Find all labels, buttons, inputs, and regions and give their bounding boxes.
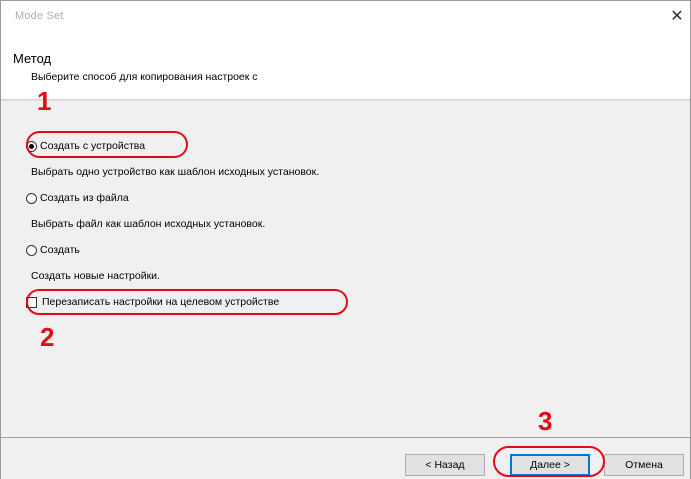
close-icon[interactable]: ✕ bbox=[664, 1, 690, 31]
window-title: Mode Set bbox=[15, 10, 64, 22]
callout-number-2: 2 bbox=[40, 322, 55, 352]
page-subtitle: Выберите способ для копирования настроек… bbox=[31, 71, 258, 83]
page-title: Метод bbox=[13, 51, 52, 66]
radio-label: Создать с устройства bbox=[40, 140, 146, 152]
overwrite-checkbox-row[interactable]: Перезаписать настройки на целевом устрой… bbox=[26, 296, 279, 308]
radio-button[interactable] bbox=[26, 140, 37, 152]
cancel-button[interactable]: Отмена bbox=[604, 454, 684, 476]
radio-label: Создать из файла bbox=[40, 192, 129, 204]
overwrite-label: Перезаписать настройки на целевом устрой… bbox=[42, 296, 280, 308]
option-description: Выбрать файл как шаблон исходных установ… bbox=[31, 218, 266, 230]
radio-button[interactable] bbox=[26, 192, 37, 204]
radio-create-new[interactable]: Создать bbox=[26, 244, 80, 256]
next-button[interactable]: Далее > bbox=[510, 454, 590, 476]
radio-create-from-device[interactable]: Создать с устройства bbox=[26, 140, 145, 152]
callout-number-3: 3 bbox=[538, 406, 553, 436]
wizard-header: Метод Выберите способ для копирования на… bbox=[1, 45, 690, 100]
wizard-content: Создать с устройства Выбрать одно устрой… bbox=[1, 100, 690, 437]
overwrite-checkbox[interactable] bbox=[26, 296, 37, 308]
callout-number-1: 1 bbox=[37, 86, 52, 116]
option-description: Создать новые настройки. bbox=[31, 270, 160, 282]
back-button[interactable]: < Назад bbox=[405, 454, 485, 476]
wizard-footer: < Назад Далее > Отмена bbox=[1, 437, 690, 479]
dialog-window: Mode Set ✕ Метод Выберите способ для коп… bbox=[0, 0, 691, 479]
radio-label: Создать bbox=[40, 244, 80, 256]
option-description: Выбрать одно устройство как шаблон исход… bbox=[31, 166, 320, 178]
radio-button[interactable] bbox=[26, 244, 37, 256]
radio-create-from-file[interactable]: Создать из файла bbox=[26, 192, 129, 204]
title-bar: Mode Set ✕ bbox=[1, 1, 690, 31]
